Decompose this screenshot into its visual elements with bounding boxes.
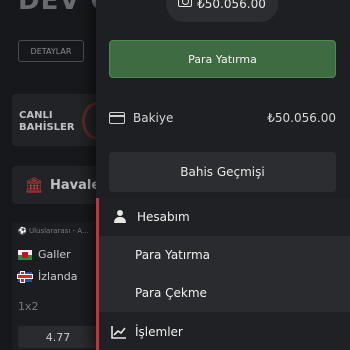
menu-item-label: Para Yatırma xyxy=(135,248,210,262)
menu-item-label: İşlemler xyxy=(135,325,183,339)
balance-value: ₺50.056.00 xyxy=(267,111,336,125)
menu-item-label: Hesabım xyxy=(137,210,190,224)
soccer-ball-icon: ⚽ xyxy=(18,227,27,235)
match-card[interactable]: ⚽ Uluslararası - A... Galler İzlanda 1x2… xyxy=(12,222,102,350)
live-bets-card[interactable]: CANLI BAHİSLER xyxy=(12,94,112,146)
balance-pill-value: ₺50.056.00 xyxy=(197,0,266,11)
havale-label: Havale xyxy=(50,177,101,193)
user-icon xyxy=(113,210,127,224)
bank-icon: 🏛 xyxy=(24,176,44,194)
team-row: İzlanda xyxy=(18,270,78,283)
deposit-button[interactable]: Para Yatırma xyxy=(109,40,336,78)
bet-history-button[interactable]: Bahis Geçmişi xyxy=(109,152,336,192)
odd-button[interactable]: 4.77 xyxy=(18,326,98,348)
menu-item-transactions[interactable]: İşlemler xyxy=(99,314,350,350)
menu-item-deposit[interactable]: Para Yatırma xyxy=(99,236,350,274)
balance-row: Bakiye ₺50.056.00 xyxy=(109,106,336,130)
chart-icon xyxy=(111,326,126,339)
market-label: 1x2 xyxy=(18,300,39,313)
wallet-icon xyxy=(178,0,193,7)
team-name: Galler xyxy=(38,248,71,261)
details-button[interactable]: DETAYLAR xyxy=(18,40,84,62)
wales-flag-icon xyxy=(18,249,32,260)
account-panel: ₺50.056.00 Para Yatırma Bakiye ₺50.056.0… xyxy=(96,0,350,350)
iceland-flag-icon xyxy=(18,271,32,282)
menu-item-label: Para Çekme xyxy=(135,286,207,300)
balance-label: Bakiye xyxy=(133,111,174,125)
account-menu: Hesabım Para Yatırma Para Çekme İşlemler xyxy=(96,198,350,350)
havale-card[interactable]: 🏛 Havale xyxy=(12,166,102,204)
card-icon xyxy=(109,112,125,124)
balance-pill[interactable]: ₺50.056.00 xyxy=(166,0,278,22)
league-label: ⚽ Uluslararası - A... xyxy=(18,227,89,235)
menu-item-account[interactable]: Hesabım xyxy=(99,198,350,236)
team-row: Galler xyxy=(18,248,71,261)
team-name: İzlanda xyxy=(38,270,78,283)
live-bets-label: CANLI BAHİSLER xyxy=(19,110,75,133)
league-name: Uluslararası - A... xyxy=(28,227,89,235)
menu-item-withdraw[interactable]: Para Çekme xyxy=(99,274,350,312)
